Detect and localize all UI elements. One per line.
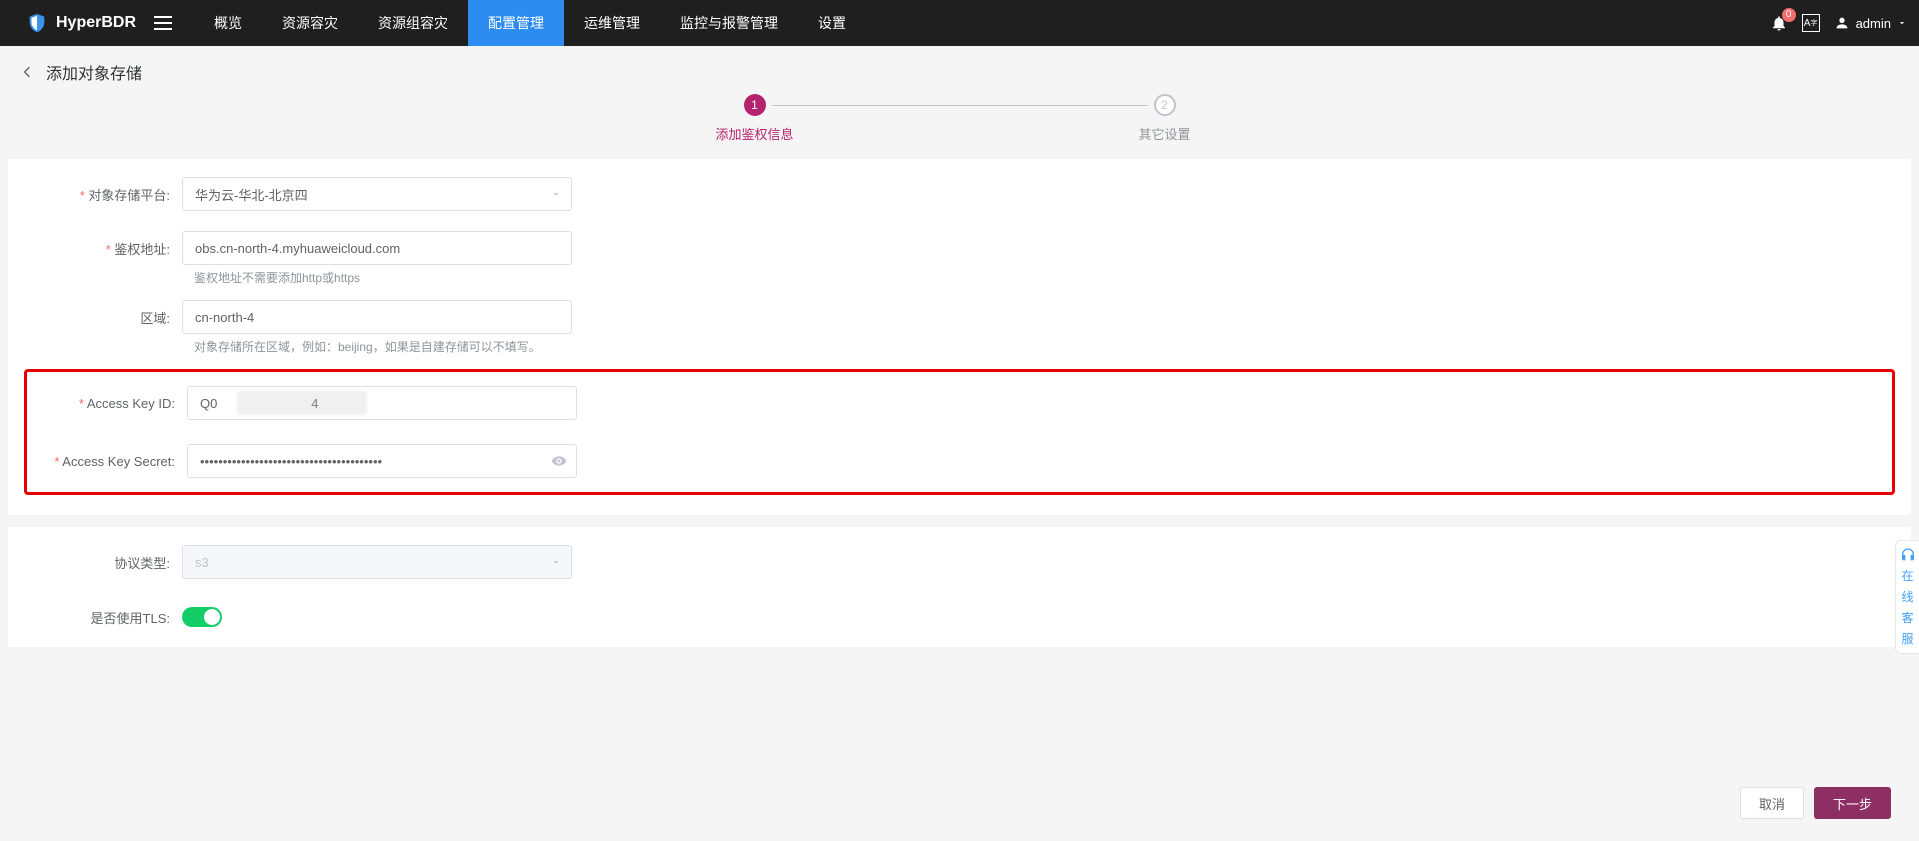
nav-resource-dr[interactable]: 资源容灾 <box>262 0 358 46</box>
page-header: 添加对象存储 <box>0 46 1919 94</box>
footer-actions: 取消 下一步 <box>1740 787 1891 819</box>
brand-text: HyperBDR <box>56 14 136 32</box>
input-auth-addr[interactable] <box>182 231 572 265</box>
steps: 1 添加鉴权信息 2 其它设置 <box>0 94 1919 151</box>
nav-config[interactable]: 配置管理 <box>468 0 564 46</box>
hint-auth-addr: 鉴权地址不需要添加http或https <box>194 269 1887 286</box>
hint-region: 对象存储所在区域，例如：beijing，如果是自建存储可以不填写。 <box>194 338 1887 355</box>
nav-ops[interactable]: 运维管理 <box>564 0 660 46</box>
help-tab[interactable]: 在 线 客 服 <box>1895 540 1919 654</box>
credentials-highlight-box: Access Key ID: Access Key Secret: <box>24 369 1895 495</box>
step-auth: 1 添加鉴权信息 <box>550 94 960 143</box>
language-icon[interactable]: A字 <box>1802 14 1820 32</box>
main-nav: 概览 资源容灾 资源组容灾 配置管理 运维管理 监控与报警管理 设置 <box>194 0 866 46</box>
input-access-key-secret[interactable] <box>187 444 577 478</box>
select-protocol <box>182 545 572 579</box>
label-tls: 是否使用TLS: <box>32 608 182 627</box>
notifications-count-badge: 0 <box>1782 8 1796 22</box>
arrow-left-icon <box>19 64 35 80</box>
nav-monitor[interactable]: 监控与报警管理 <box>660 0 798 46</box>
label-platform: 对象存储平台: <box>32 185 182 204</box>
nav-group-dr[interactable]: 资源组容灾 <box>358 0 468 46</box>
panel-protocol: 协议类型: 是否使用TLS: <box>8 527 1911 647</box>
label-protocol: 协议类型: <box>32 553 182 572</box>
label-region: 区域: <box>32 308 182 327</box>
label-sk: Access Key Secret: <box>37 454 187 469</box>
toggle-tls[interactable] <box>182 607 222 627</box>
back-button[interactable] <box>18 63 36 81</box>
shield-logo-icon <box>26 12 48 34</box>
label-auth-addr: 鉴权地址: <box>32 239 182 258</box>
select-platform[interactable] <box>182 177 572 211</box>
user-name: admin <box>1856 16 1891 31</box>
step-other: 2 其它设置 <box>960 94 1370 143</box>
headset-icon <box>1900 547 1916 563</box>
panel-auth: 对象存储平台: 鉴权地址: 鉴权地址不需要添加http或https 区域: 对象… <box>8 159 1911 515</box>
topbar: HyperBDR 概览 资源容灾 资源组容灾 配置管理 运维管理 监控与报警管理… <box>0 0 1919 46</box>
eye-icon[interactable] <box>551 453 567 469</box>
input-region[interactable] <box>182 300 572 334</box>
cancel-button[interactable]: 取消 <box>1740 787 1804 819</box>
next-button[interactable]: 下一步 <box>1814 787 1891 819</box>
user-icon <box>1834 15 1850 31</box>
nav-overview[interactable]: 概览 <box>194 0 262 46</box>
chevron-down-icon <box>1897 18 1907 28</box>
nav-settings[interactable]: 设置 <box>798 0 866 46</box>
notifications-icon[interactable]: 0 <box>1770 14 1788 32</box>
user-menu[interactable]: admin <box>1834 15 1907 31</box>
input-access-key-id[interactable] <box>187 386 577 420</box>
topbar-icons: 0 A字 admin <box>1770 14 1907 32</box>
brand: HyperBDR <box>26 12 136 34</box>
page-title: 添加对象存储 <box>46 60 142 84</box>
label-ak: Access Key ID: <box>37 396 187 411</box>
menu-toggle-icon[interactable] <box>154 16 172 30</box>
